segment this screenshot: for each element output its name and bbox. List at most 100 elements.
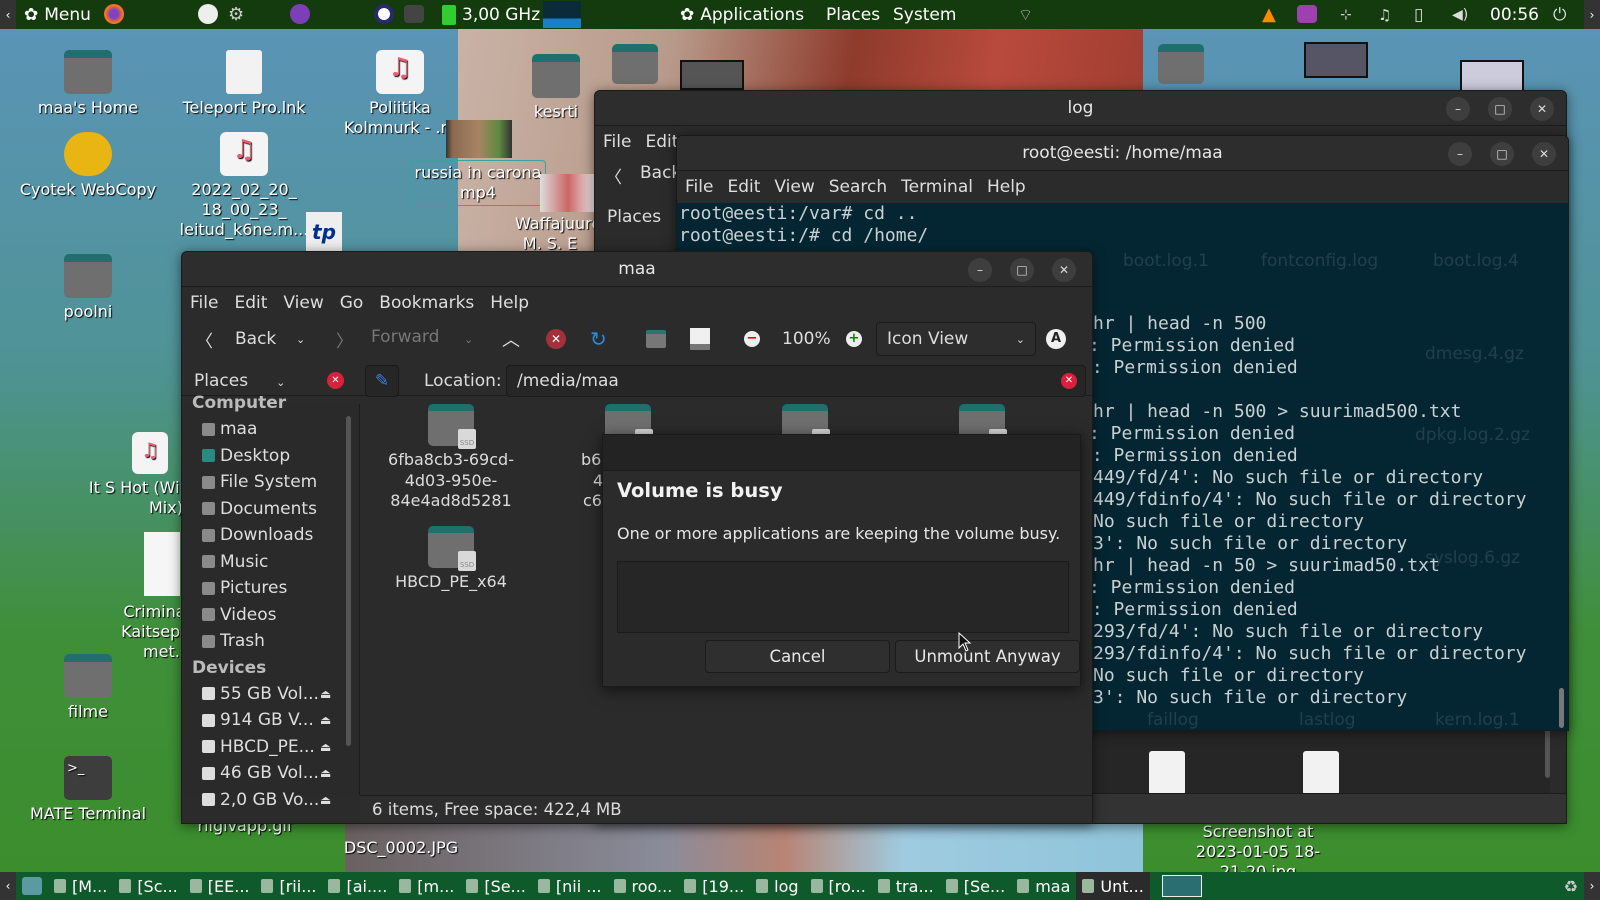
desktop-icon-itshot[interactable]: ♫It S Hot (Wippenb Mix) Brain — [80, 432, 190, 518]
eject-icon[interactable]: ⏏ — [320, 740, 331, 754]
sidebar-mode-select[interactable]: Places ⌄ — [194, 371, 285, 391]
desktop-icon-filme[interactable]: filme — [18, 654, 158, 722]
cancel-button[interactable]: Cancel — [705, 640, 890, 673]
menu-help[interactable]: Help — [490, 293, 529, 313]
close-button[interactable]: ✕ — [1052, 258, 1076, 282]
sidebar-item-trash[interactable]: Trash — [182, 628, 359, 655]
gears-icon[interactable]: ⚙ — [228, 0, 244, 29]
forward-button[interactable]: 〉 Forward — [336, 327, 439, 352]
eject-icon[interactable]: ⏏ — [320, 766, 331, 780]
places-selector[interactable]: Places — [607, 207, 661, 227]
menu-search[interactable]: Search — [829, 177, 887, 197]
network-icon[interactable]: ⊹ — [1340, 0, 1352, 29]
sidebar-item-music[interactable]: Music — [182, 549, 359, 576]
taskbar-item[interactable]: tra... — [872, 872, 940, 900]
sidebar-device[interactable]: 46 GB Vol... ⏏ — [182, 760, 359, 787]
desktop-icon-mp3-2022[interactable]: ♫ 2022_02_20_ 18_00_23_ leitud_k6ne.m... — [174, 132, 314, 240]
taskbar-item[interactable]: [Se... — [460, 872, 532, 900]
sidebar-scrollbar[interactable] — [346, 416, 351, 746]
clear-location-icon[interactable]: ✕ — [1061, 373, 1077, 389]
desktop-icon-screenshot[interactable]: Screenshot at 2023-01-05 18-21-20.jpg — [1188, 822, 1328, 872]
stop-icon[interactable]: ✕ — [546, 329, 566, 349]
trash-applet-icon[interactable]: ♻ — [1558, 872, 1584, 900]
taskbar-item[interactable]: [nii ... — [532, 872, 608, 900]
desktop-icon-poolni[interactable]: poolni — [18, 254, 158, 322]
maximize-button[interactable]: □ — [1488, 97, 1512, 121]
menu-file[interactable]: File — [603, 132, 631, 152]
sidebar-device[interactable]: 914 GB V... ⏏ — [182, 707, 359, 734]
eject-icon[interactable]: ⏏ — [320, 713, 331, 727]
opera-icon[interactable] — [374, 4, 394, 24]
location-input[interactable]: /media/maa ✕ — [506, 365, 1086, 397]
taskbar-item[interactable]: [EE... — [184, 872, 256, 900]
edit-location-pencil-icon[interactable]: ✎ — [365, 365, 399, 397]
file-item[interactable]: SSD HBCD_PE_x64 — [366, 526, 536, 593]
menu-bookmarks[interactable]: Bookmarks — [379, 293, 474, 313]
audio-recorder-icon[interactable] — [1297, 5, 1317, 23]
menu-file[interactable]: File — [190, 293, 218, 313]
terminal-launcher-icon[interactable] — [404, 5, 424, 23]
cpu-frequency-applet[interactable]: 3,00 GHz — [442, 0, 540, 29]
taskbar-item[interactable]: [M... — [48, 872, 113, 900]
tor-browser-icon[interactable] — [290, 4, 310, 24]
wifi-disconnected-icon[interactable]: ⌔ — [1018, 0, 1033, 29]
maximize-button[interactable]: □ — [1010, 258, 1034, 282]
workspace-switcher[interactable] — [1156, 872, 1208, 900]
menu-help[interactable]: Help — [987, 177, 1026, 197]
taskbar-item[interactable]: [ai.... — [322, 872, 393, 900]
sidebar-item-maa[interactable]: maa — [182, 416, 359, 443]
minimize-button[interactable]: – — [1446, 97, 1470, 121]
battery-icon[interactable]: ▯ — [1414, 0, 1423, 29]
unmount-anyway-button[interactable]: Unmount Anyway — [895, 640, 1080, 673]
desktop-icon-criminal[interactable]: Criminal Kaitsepo met.p — [100, 602, 180, 662]
zoom-out-icon[interactable]: − — [744, 331, 760, 347]
taskbar-item[interactable]: [19... — [678, 872, 750, 900]
dialog-titlebar[interactable] — [603, 435, 1080, 471]
eject-icon[interactable]: ⏏ — [320, 793, 331, 807]
terminal-titlebar[interactable]: root@eesti: /home/maa – □ ✕ — [677, 136, 1568, 171]
file-icon[interactable] — [1149, 751, 1185, 795]
sidebar-item-videos[interactable]: Videos — [182, 602, 359, 629]
terminal-scrollbar[interactable] — [1559, 688, 1564, 728]
file-icon[interactable] — [1303, 751, 1339, 795]
sidebar-device[interactable]: 55 GB Vol... ⏏ — [182, 681, 359, 708]
system-menu[interactable]: System — [893, 0, 956, 29]
back-button[interactable]: 〈 Back — [605, 163, 681, 188]
menu-view[interactable]: View — [774, 177, 814, 197]
taskbar-item[interactable]: log — [750, 872, 804, 900]
computer-icon[interactable] — [690, 328, 710, 350]
minimize-button[interactable]: – — [968, 258, 992, 282]
system-monitor-graph[interactable] — [543, 1, 581, 28]
taskbar-item[interactable]: [Sc... — [113, 872, 183, 900]
minimize-button[interactable]: – — [1448, 142, 1472, 166]
taskbar-item[interactable]: [m... — [393, 872, 460, 900]
fm-titlebar[interactable]: maa – □ ✕ — [182, 252, 1092, 287]
parent-folder-button[interactable]: ︿ — [502, 326, 520, 352]
show-desktop-button[interactable] — [16, 872, 48, 900]
taskbar-item[interactable]: maa — [1011, 872, 1076, 900]
menu-terminal[interactable]: Terminal — [901, 177, 973, 197]
file-item[interactable]: SSD 6fba8cb3-69cd- 4d03-950e- 84e4ad8d5281 — [366, 404, 536, 512]
sidebar-item-downloads[interactable]: Downloads — [182, 522, 359, 549]
menu-go[interactable]: Go — [340, 293, 364, 313]
panel-hide-right-button[interactable]: › — [1584, 0, 1600, 29]
vlc-icon[interactable]: ▲ — [1262, 0, 1276, 29]
taskbar-item[interactable]: [Se... — [940, 872, 1012, 900]
taskbar-item[interactable]: [rii... — [255, 872, 322, 900]
search-icon[interactable]: A — [1046, 329, 1066, 349]
process-list[interactable] — [617, 561, 1069, 633]
eject-icon[interactable]: ⏏ — [320, 687, 331, 701]
places-menu[interactable]: Places — [826, 0, 880, 29]
reload-icon[interactable]: ↻ — [590, 327, 607, 351]
log-titlebar[interactable]: log – □ ✕ — [595, 91, 1566, 126]
panel-hide-left-button[interactable]: ‹ — [0, 0, 16, 29]
desktop-icon-cyotek[interactable]: Cyotek WebCopy — [18, 132, 158, 200]
menu-file[interactable]: File — [685, 177, 713, 197]
desktop-icon-waffajuure[interactable]: Waffajuure M. S. E — [490, 214, 610, 254]
applications-menu[interactable]: ✿ Applications — [680, 0, 804, 29]
desktop-icon-home[interactable]: maa's Home — [18, 50, 158, 118]
desktop-icon-teleport[interactable]: Teleport Pro.lnk — [174, 50, 314, 118]
taskbar-item[interactable]: [ro... — [805, 872, 872, 900]
power-icon[interactable]: ⏻ — [1553, 0, 1566, 29]
view-mode-select[interactable]: Icon View ⌄ — [876, 322, 1036, 356]
